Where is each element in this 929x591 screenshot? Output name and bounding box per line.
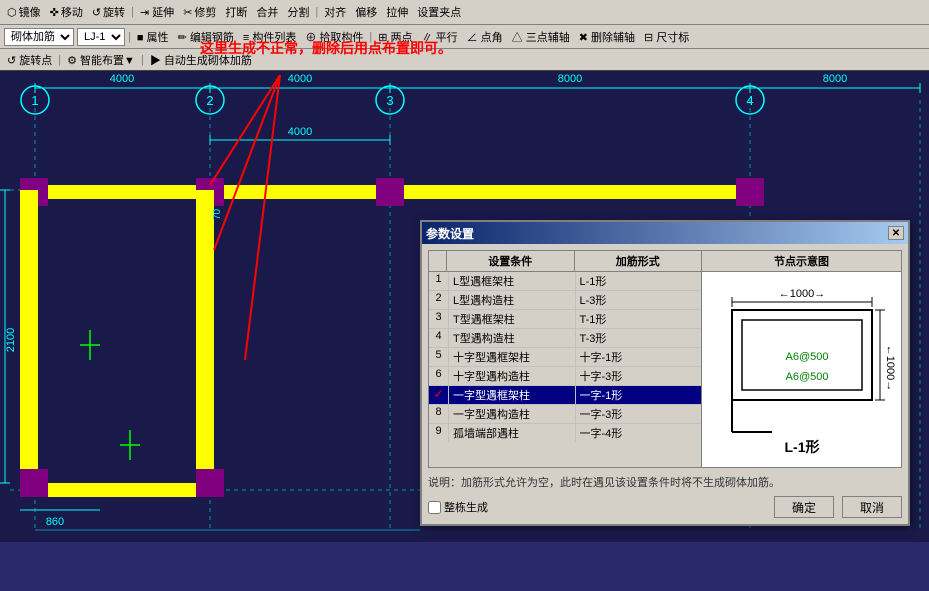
svg-text:L-1形: L-1形 [785,439,820,455]
annotation-text: 这里生成不正常，删除后用点布置即可。 [200,38,452,58]
tool-property[interactable]: ■ 属性 [134,28,172,46]
cancel-button[interactable]: 取消 [842,496,902,518]
params-dialog: 参数设置 ✕ 设置条件 加筋形式 1 L型遇框架柱 L-1形 [420,220,910,526]
svg-text:←1000→: ←1000→ [779,288,825,300]
dialog-buttons: 确定 取消 [774,496,902,518]
tool-setpoint[interactable]: 设置夹点 [414,3,464,21]
table-row[interactable]: 2 L型遇构造柱 L-3形 [429,291,701,310]
tool-point-angle[interactable]: ∠ 点角 [464,28,506,46]
dialog-note: 说明：加筋形式允许为空，此时在遇见该设置条件时将不生成砌体加筋。 [428,472,902,492]
tool-split[interactable]: 分割 [284,3,312,21]
svg-text:4000: 4000 [288,73,312,85]
svg-text:8000: 8000 [823,73,847,85]
tool-delete-aux[interactable]: ✖ 删除辅轴 [576,28,638,46]
tool-dimension[interactable]: ⊟ 尺寸标 [641,28,692,46]
tool-merge[interactable]: 合并 [253,3,281,21]
tool-smart-layout[interactable]: ⚙ 智能布置▼ [64,51,138,69]
tool-three-point-aux[interactable]: △ 三点辅轴 [509,28,573,46]
svg-text:70: 70 [212,208,223,220]
tool-offset[interactable]: 偏移 [352,3,380,21]
table-row[interactable]: 1 L型遇框架柱 L-1形 [429,272,701,291]
dialog-title: 参数设置 [426,225,474,242]
svg-text:A6@500: A6@500 [786,351,829,363]
table-row[interactable]: 8 一字型遇构造柱 一字-3形 [429,405,701,424]
dialog-body: 设置条件 加筋形式 1 L型遇框架柱 L-1形 2 L型遇构造柱 L-3形 [422,244,908,524]
svg-text:8000: 8000 [558,73,582,85]
whole-building-checkbox-area[interactable]: 整栋生成 [428,499,488,515]
table-row[interactable]: 5 十字型遇框架柱 十字-1形 [429,348,701,367]
component-id-select[interactable]: LJ-1 [77,28,125,46]
svg-text:4000: 4000 [288,126,312,138]
tool-rotate[interactable]: ↺ 旋转 [89,3,128,21]
table-row[interactable]: 9 孤墙端部遇柱 一字-4形 [429,424,701,442]
table-row[interactable]: 4 T型遇构造柱 T-3形 [429,329,701,348]
table-header: 设置条件 加筋形式 [429,251,701,272]
tool-mirror[interactable]: ⬡ 镜像 [4,3,44,21]
svg-text:860: 860 [46,516,64,528]
tool-trim[interactable]: ✂ 修剪 [180,3,219,21]
table-row[interactable]: 3 T型遇框架柱 T-1形 [429,310,701,329]
dialog-close-button[interactable]: ✕ [888,226,904,240]
ok-button[interactable]: 确定 [774,496,834,518]
tool-align[interactable]: 对齐 [321,3,349,21]
col-form-header: 加筋形式 [575,251,702,271]
table-row[interactable]: ✓ 一字型遇框架柱 一字-1形 [429,386,701,405]
svg-text:←1000→: ←1000→ [884,345,896,391]
table-row[interactable]: 6 十字型遇构造柱 十字-3形 [429,367,701,386]
col-num-header [429,251,447,271]
dialog-titlebar: 参数设置 ✕ [422,222,908,244]
whole-building-checkbox[interactable] [428,501,441,514]
cad-drawing-area: 1 2 3 4 4000 4000 8000 8000 4000 [0,0,929,542]
svg-text:4000: 4000 [110,73,134,85]
component-type-select[interactable]: 砌体加筋 [4,28,74,46]
tool-rotate-point[interactable]: ↺ 旋转点 [4,51,55,69]
preview-title: 节点示意图 [702,251,901,272]
tool-extend[interactable]: ⇥ 延伸 [137,3,177,21]
tool-stretch[interactable]: 拉伸 [383,3,411,21]
svg-text:2100: 2100 [5,328,17,352]
col-condition-header: 设置条件 [447,251,575,271]
whole-building-label: 整栋生成 [444,499,488,515]
dialog-footer: 整栋生成 确定 取消 [428,496,902,518]
tool-move[interactable]: ✜ 移动 [47,3,86,21]
tool-break[interactable]: 打断 [222,3,250,21]
svg-text:A6@500: A6@500 [786,371,829,383]
preview-canvas: ←1000→ ←1000→ [702,272,901,467]
dialog-columns: 设置条件 加筋形式 1 L型遇框架柱 L-1形 2 L型遇构造柱 L-3形 [428,250,902,468]
conditions-table: 设置条件 加筋形式 1 L型遇框架柱 L-1形 2 L型遇构造柱 L-3形 [428,250,702,468]
preview-section: 节点示意图 ←1000→ [702,250,902,468]
